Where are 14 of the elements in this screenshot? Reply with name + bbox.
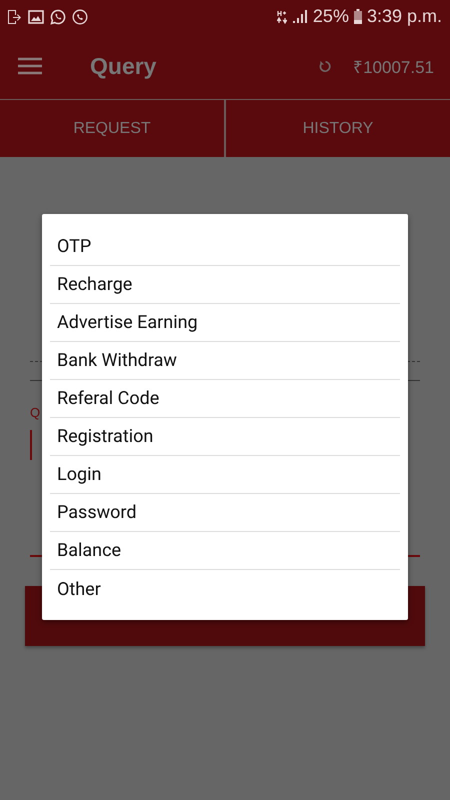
data-arrows-icon <box>276 10 287 24</box>
page-title: Query <box>90 52 158 80</box>
field-label: Q <box>30 405 42 420</box>
menu-icon[interactable] <box>18 57 42 75</box>
refresh-icon[interactable] <box>318 58 334 74</box>
battery-percent: 25% <box>312 6 349 27</box>
wallet-balance: ₹10007.51 <box>353 56 434 78</box>
file-export-icon <box>6 8 22 24</box>
clock: 3:39 p.m. <box>366 6 442 27</box>
phone-icon <box>72 8 88 24</box>
image-icon <box>28 8 44 24</box>
chat-bubble-icon <box>50 8 66 24</box>
battery-icon <box>354 9 362 24</box>
signal-icon <box>292 10 308 24</box>
